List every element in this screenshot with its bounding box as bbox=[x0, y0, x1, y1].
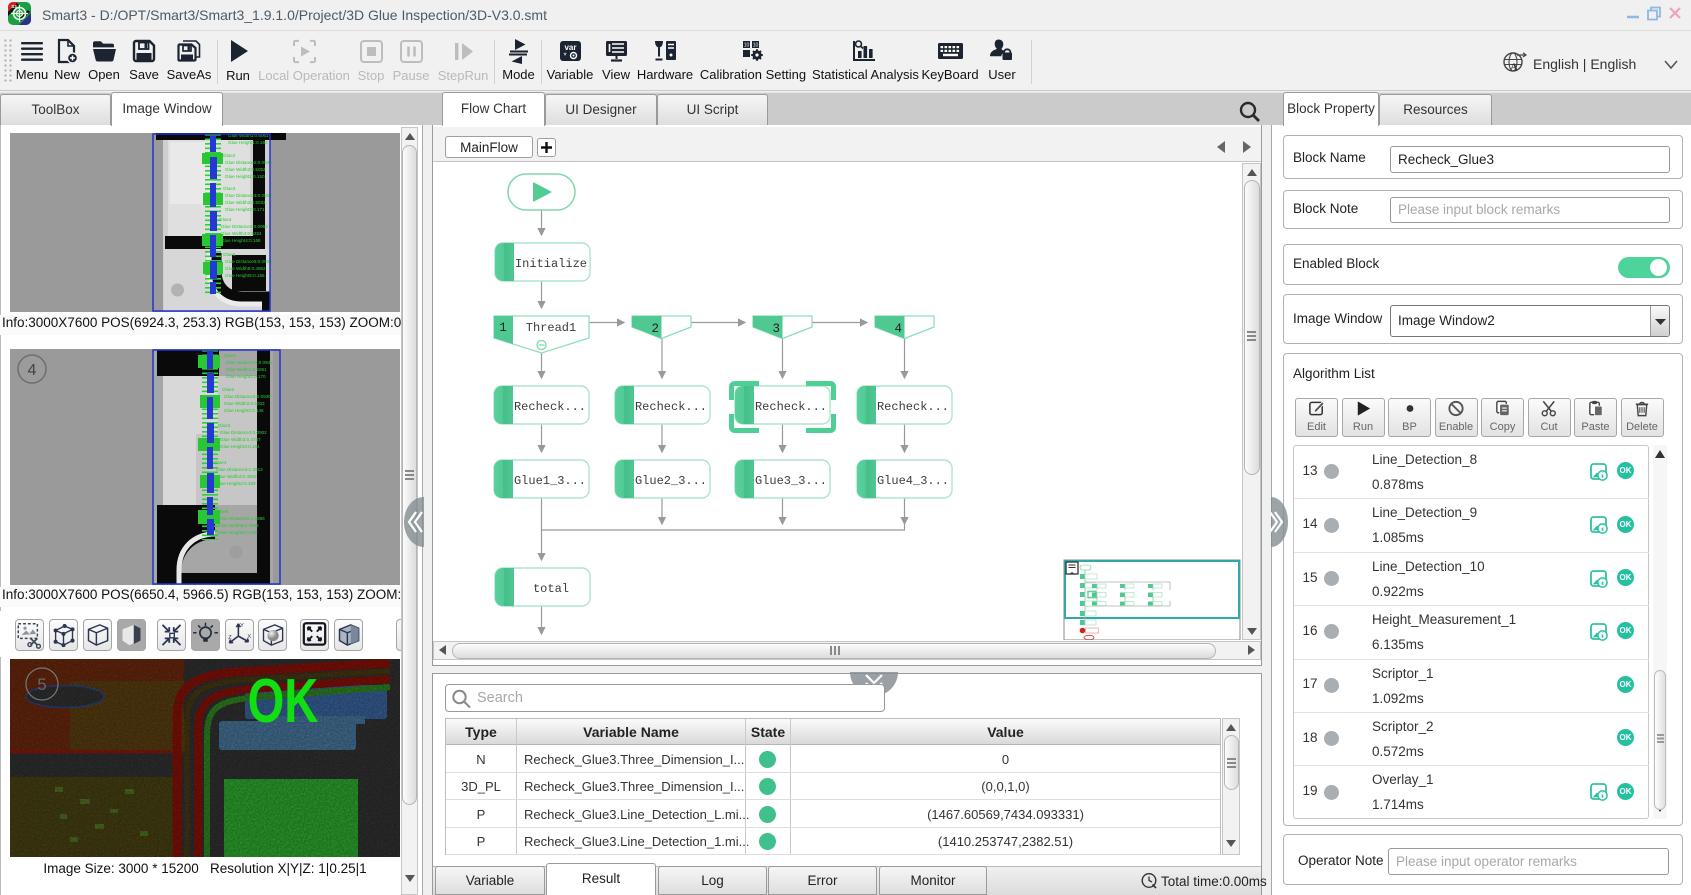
svg-text:Glue Height2:0.150: Glue Height2:0.150 bbox=[225, 174, 265, 179]
svg-text:Glue Height3:0.171: Glue Height3:0.171 bbox=[225, 207, 265, 212]
svg-text:Glue Distance4:1.0613: Glue Distance4:1.0613 bbox=[216, 467, 263, 472]
svg-text:Glue3: Glue3 bbox=[223, 186, 236, 191]
svg-text:total: total bbox=[533, 582, 569, 596]
svg-text:Y: Y bbox=[240, 623, 244, 629]
svg-text:Glue Width2:0.5033: Glue Width2:0.5033 bbox=[224, 401, 265, 406]
svg-text:4: 4 bbox=[894, 322, 902, 336]
svg-text:Glue Width3:0.5033: Glue Width3:0.5033 bbox=[225, 200, 266, 205]
svg-text:10: 10 bbox=[744, 42, 750, 48]
svg-text:10: 10 bbox=[753, 42, 759, 48]
svg-text:Glue1_3...: Glue1_3... bbox=[514, 474, 586, 488]
svg-text:Initialize: Initialize bbox=[515, 257, 587, 271]
svg-text:1: 1 bbox=[499, 321, 507, 335]
svg-text:Glue Height1:0.170: Glue Height1:0.170 bbox=[226, 374, 266, 379]
svg-text:Glue Height4:0.168: Glue Height4:0.168 bbox=[221, 238, 261, 243]
svg-text:Glue Distance2:0.0946: Glue Distance2:0.0946 bbox=[225, 160, 272, 165]
svg-text:A: A bbox=[1510, 62, 1518, 74]
svg-text:Glue4: Glue4 bbox=[219, 217, 232, 222]
svg-text:X: X bbox=[247, 634, 251, 640]
svg-text:Glue Height1:0.162: Glue Height1:0.162 bbox=[228, 140, 268, 145]
svg-text:Glue4_3...: Glue4_3... bbox=[877, 474, 949, 488]
svg-text:Glue Distance3:0.0902: Glue Distance3:0.0902 bbox=[220, 430, 267, 435]
svg-text:3: 3 bbox=[772, 322, 780, 336]
svg-text:Glue4: Glue4 bbox=[214, 460, 227, 465]
svg-text:Glue Distance1:0.0946: Glue Distance1:0.0946 bbox=[226, 360, 273, 365]
svg-text:OK: OK bbox=[248, 666, 319, 736]
svg-text:Glue5: Glue5 bbox=[223, 252, 236, 257]
svg-text:Glue Height3:0.164: Glue Height3:0.164 bbox=[220, 444, 260, 449]
svg-text:Glue Distance5:1.0866: Glue Distance5:1.0866 bbox=[218, 516, 265, 521]
svg-text:*: * bbox=[563, 52, 566, 61]
svg-text:Glue2: Glue2 bbox=[223, 153, 236, 158]
svg-text:Recheck...: Recheck... bbox=[635, 400, 707, 414]
svg-text:Glue Width4:0.4803: Glue Width4:0.4803 bbox=[216, 474, 257, 479]
svg-text:4: 4 bbox=[28, 362, 37, 379]
svg-text:Glue Distance3:0.0939: Glue Distance3:0.0939 bbox=[225, 193, 272, 198]
svg-text:Glue Distance2:0.0939: Glue Distance2:0.0939 bbox=[224, 394, 271, 399]
svg-text:Glue3: Glue3 bbox=[218, 423, 231, 428]
svg-text:Recheck...: Recheck... bbox=[514, 400, 586, 414]
svg-text:Glue1: Glue1 bbox=[224, 353, 237, 358]
svg-text:Glue Width2:0.5052: Glue Width2:0.5052 bbox=[225, 167, 266, 172]
svg-text:Glue Distance4:0.0950: Glue Distance4:0.0950 bbox=[221, 224, 268, 229]
svg-text:Glue2: Glue2 bbox=[222, 387, 235, 392]
svg-text:Glue Width1:0.5061: Glue Width1:0.5061 bbox=[226, 367, 267, 372]
svg-text:Glue Height5:0.155: Glue Height5:0.155 bbox=[225, 273, 265, 278]
svg-text:Glue Width4:0.5224: Glue Width4:0.5224 bbox=[221, 231, 262, 236]
svg-text:Glue Height5:0.155: Glue Height5:0.155 bbox=[218, 530, 258, 535]
svg-text:Recheck...: Recheck... bbox=[755, 400, 827, 414]
svg-text:5: 5 bbox=[37, 675, 46, 694]
svg-text:Glue Width5:0.4565: Glue Width5:0.4565 bbox=[218, 523, 259, 528]
svg-text:Z: Z bbox=[228, 635, 232, 641]
svg-text:Recheck...: Recheck... bbox=[877, 400, 949, 414]
svg-text:Glue5: Glue5 bbox=[216, 509, 229, 514]
svg-text:Glue Width3:0.4787: Glue Width3:0.4787 bbox=[220, 437, 261, 442]
svg-text:Glue2_3...: Glue2_3... bbox=[635, 474, 707, 488]
svg-text:Glue Height2:0.146: Glue Height2:0.146 bbox=[224, 408, 264, 413]
svg-text:Glue Height4:0.159: Glue Height4:0.159 bbox=[216, 481, 256, 486]
svg-text:S3: S3 bbox=[11, 4, 17, 9]
svg-text:Thread1: Thread1 bbox=[526, 321, 576, 335]
svg-text:Glue3_3...: Glue3_3... bbox=[755, 474, 827, 488]
svg-text:Glue Width5:0.4852: Glue Width5:0.4852 bbox=[225, 266, 266, 271]
svg-text:2: 2 bbox=[651, 322, 659, 336]
svg-text:Glue Distance5:0.0929: Glue Distance5:0.0929 bbox=[225, 259, 272, 264]
